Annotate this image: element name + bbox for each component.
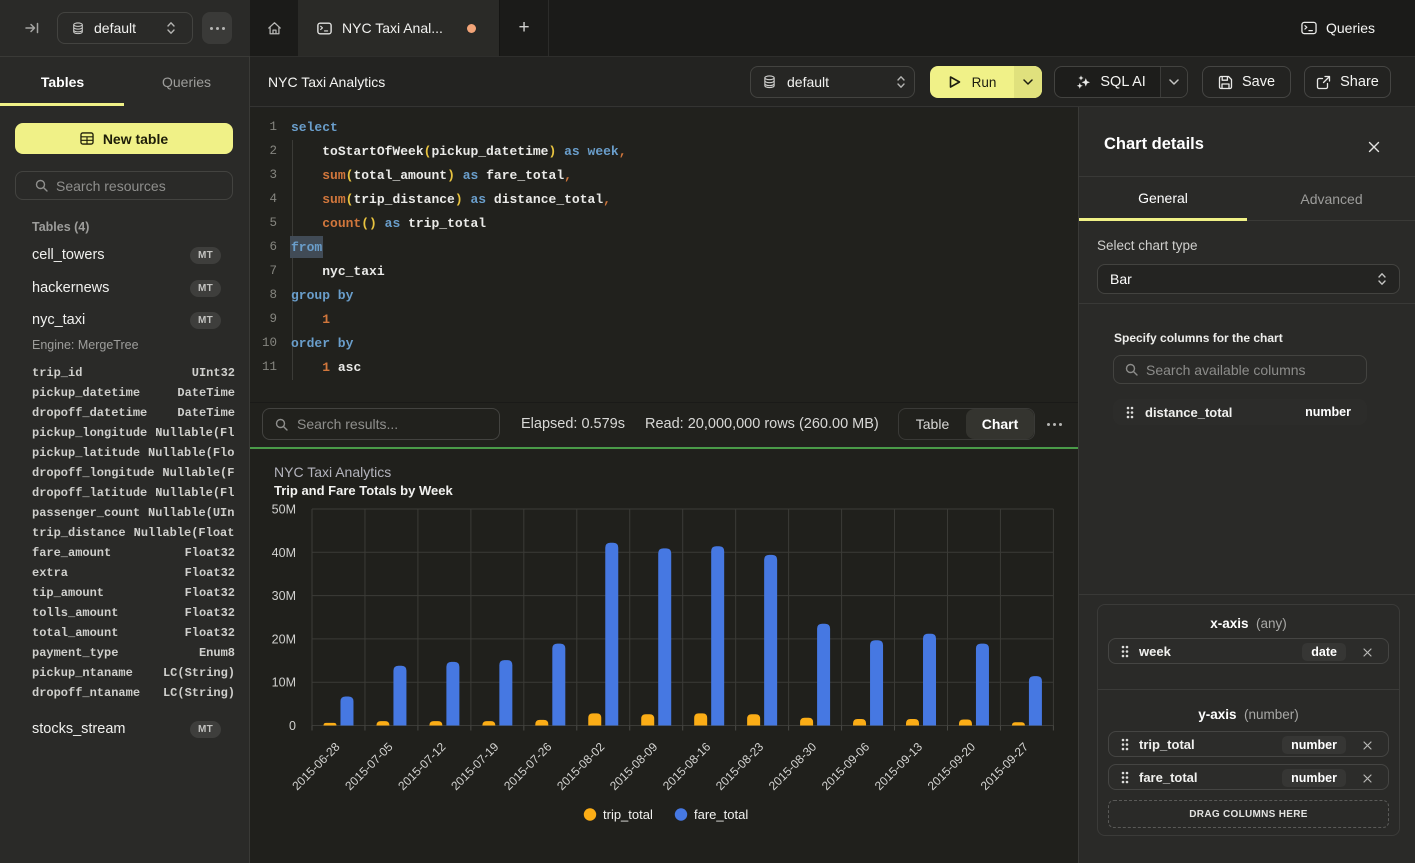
svg-text:trip_total: trip_total — [603, 807, 653, 822]
svg-text:20M: 20M — [272, 632, 296, 646]
svg-text:50M: 50M — [272, 503, 296, 517]
svg-text:10M: 10M — [272, 676, 296, 690]
svg-text:40M: 40M — [272, 546, 296, 560]
svg-text:30M: 30M — [272, 589, 296, 603]
svg-text:2015-08-30: 2015-08-30 — [766, 739, 820, 793]
svg-text:2015-08-09: 2015-08-09 — [607, 739, 661, 793]
svg-text:fare_total: fare_total — [694, 807, 748, 822]
svg-text:2015-09-20: 2015-09-20 — [925, 739, 979, 793]
svg-text:2015-09-27: 2015-09-27 — [978, 739, 1032, 793]
svg-text:0: 0 — [289, 719, 296, 733]
svg-text:2015-07-05: 2015-07-05 — [342, 739, 396, 793]
svg-text:2015-08-16: 2015-08-16 — [660, 739, 714, 793]
svg-text:2015-07-26: 2015-07-26 — [501, 739, 555, 793]
svg-text:2015-07-12: 2015-07-12 — [395, 739, 449, 793]
svg-text:2015-06-28: 2015-06-28 — [289, 739, 343, 793]
svg-text:2015-07-19: 2015-07-19 — [448, 739, 502, 793]
svg-text:2015-08-02: 2015-08-02 — [554, 739, 608, 793]
svg-text:2015-09-13: 2015-09-13 — [872, 739, 926, 793]
svg-text:2015-09-06: 2015-09-06 — [819, 739, 873, 793]
svg-text:2015-08-23: 2015-08-23 — [713, 739, 767, 793]
